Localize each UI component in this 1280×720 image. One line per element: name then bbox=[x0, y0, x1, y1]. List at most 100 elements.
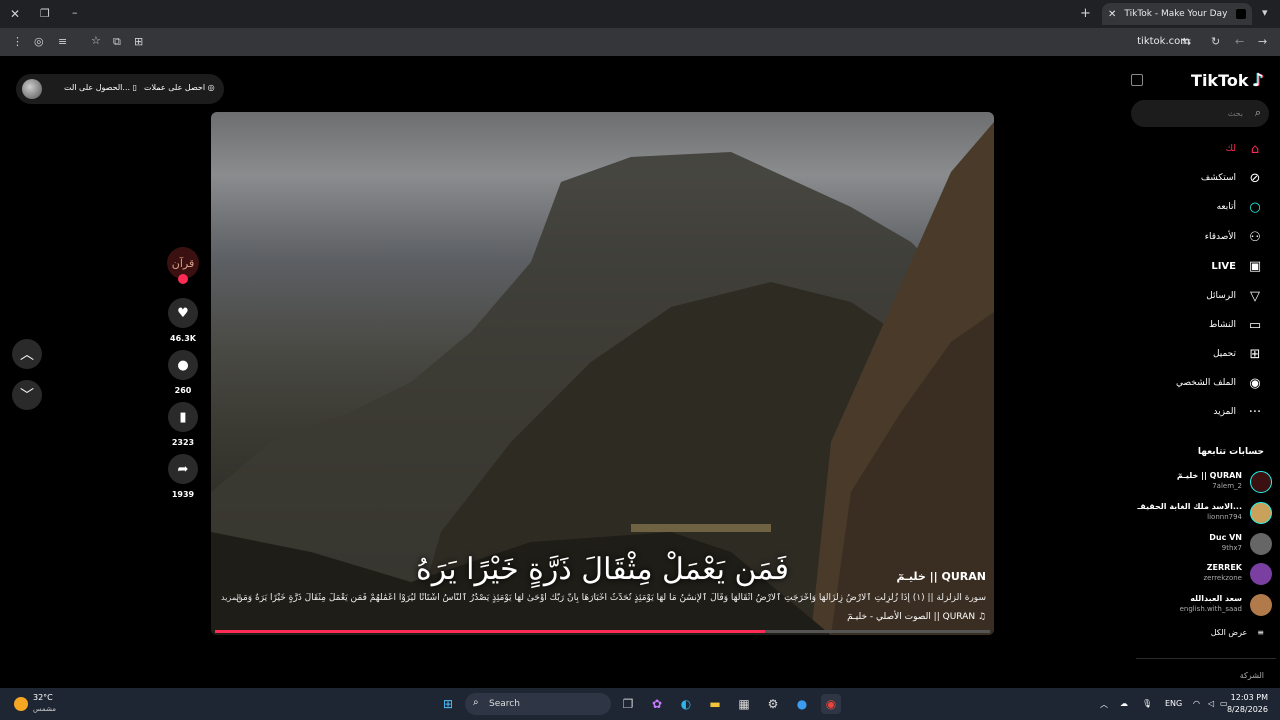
back-icon[interactable]: → bbox=[1258, 35, 1267, 48]
sidebar-item-more[interactable]: المزيد ··· bbox=[1134, 400, 1264, 424]
account-name: الاسد ملك الغابة الحقيقـ... bbox=[1137, 502, 1242, 511]
account-handle: 9thx7 bbox=[1221, 544, 1242, 552]
see-all-button[interactable]: عرض الكل ≡ bbox=[1211, 628, 1264, 637]
weather-temp[interactable]: 32°C bbox=[33, 693, 53, 702]
next-video-button[interactable]: ﹀ bbox=[12, 380, 42, 410]
video-player[interactable]: فَمَن يَعْمَلْ مِثْقَالَ ذَرَّةٍ خَيْرًا… bbox=[211, 112, 994, 635]
sidebar-item-live[interactable]: LIVE ▣ bbox=[1134, 254, 1264, 278]
sidebar-item-following[interactable]: أتابعه ○ bbox=[1134, 195, 1264, 219]
company-link[interactable]: الشركة bbox=[1240, 671, 1264, 680]
followed-account[interactable]: سعد العبدالله english.with_saad bbox=[1122, 592, 1272, 618]
url-text[interactable]: tiktok.com bbox=[1137, 36, 1190, 47]
task-view-icon[interactable]: ❐ bbox=[618, 694, 638, 714]
sidebar-item-label: المزيد bbox=[1213, 407, 1236, 417]
microphone-icon[interactable]: 🎙 bbox=[1142, 699, 1152, 708]
sidebar-item-label: تحميل bbox=[1212, 349, 1236, 359]
share-button[interactable]: ➦ bbox=[168, 454, 198, 484]
tiktok-favicon-icon bbox=[1236, 9, 1246, 19]
followed-account[interactable]: ZERREK zerrekzone bbox=[1122, 561, 1272, 587]
app-icon[interactable]: ● bbox=[792, 694, 812, 714]
profile-icon[interactable]: ◎ bbox=[34, 35, 44, 48]
new-tab-icon[interactable]: + bbox=[1080, 6, 1091, 21]
followed-account[interactable]: الاسد ملك الغابة الحقيقـ... lionnn794 bbox=[1122, 500, 1272, 526]
previous-video-button[interactable]: ︿ bbox=[12, 339, 42, 369]
search-icon[interactable]: ⌕ bbox=[1255, 106, 1261, 120]
activity-icon: ▭ bbox=[1248, 317, 1262, 333]
more-button[interactable]: المزيد bbox=[221, 593, 241, 602]
tiktok-logo[interactable]: TikTok ♪ bbox=[1191, 70, 1264, 91]
user-avatar[interactable] bbox=[22, 79, 42, 99]
save-button[interactable]: ▮ bbox=[168, 402, 198, 432]
follow-creator-badge[interactable] bbox=[178, 274, 188, 284]
minimize-window-icon[interactable]: – bbox=[72, 6, 78, 19]
followed-account[interactable]: خليـمٓ || QURAN 7alem_2 bbox=[1122, 469, 1272, 495]
tray-chevron-icon[interactable]: ︿ bbox=[1100, 699, 1108, 710]
restore-window-icon[interactable]: ❐ bbox=[40, 7, 50, 20]
copilot-icon[interactable]: ✿ bbox=[647, 694, 667, 714]
logo-text: TikTok bbox=[1191, 71, 1249, 90]
taskbar-search[interactable]: ⌕ Search bbox=[465, 693, 611, 715]
taskbar-clock[interactable]: 12:03 PM 8/28/2026 bbox=[1227, 692, 1268, 716]
see-all-label: عرض الكل bbox=[1210, 628, 1248, 637]
menu-dots-icon[interactable]: ⋮ bbox=[12, 35, 23, 48]
avatar bbox=[1250, 594, 1272, 616]
sidebar-item-explore[interactable]: استكشف ⊘ bbox=[1134, 166, 1264, 190]
live-icon: ▣ bbox=[1248, 258, 1262, 274]
sidebar-item-profile[interactable]: الملف الشخصي ◉ bbox=[1134, 371, 1264, 395]
compass-icon: ⊘ bbox=[1249, 170, 1261, 186]
wifi-icon[interactable]: ◠ bbox=[1193, 699, 1200, 708]
store-icon[interactable]: ▦ bbox=[734, 694, 754, 714]
sun-icon[interactable] bbox=[14, 697, 28, 711]
edge-icon[interactable]: ◐ bbox=[676, 694, 696, 714]
video-progress-bar[interactable] bbox=[215, 630, 990, 633]
video-author[interactable]: خليـمٓ || QURAN bbox=[897, 570, 986, 583]
tiktok-note-icon: ♪ bbox=[1252, 70, 1265, 91]
video-music[interactable]: ♫ QURAN || الصوت الأصلي - خليـمٓ bbox=[847, 612, 986, 622]
comments-count: 260 bbox=[174, 386, 192, 395]
like-button[interactable]: ♥ bbox=[168, 298, 198, 328]
profile-icon: ◉ bbox=[1249, 375, 1261, 391]
sidebar-item-upload[interactable]: تحميل ⊞ bbox=[1134, 342, 1264, 366]
bookmark-star-icon[interactable]: ☆ bbox=[91, 34, 101, 47]
volume-icon[interactable]: ◁ bbox=[1208, 699, 1214, 708]
verse-caption: فَمَن يَعْمَلْ مِثْقَالَ ذَرَّةٍ خَيْرًا… bbox=[416, 552, 789, 587]
language-indicator[interactable]: ENG bbox=[1165, 699, 1182, 708]
sidebar-toggle-icon[interactable] bbox=[1131, 74, 1143, 86]
get-coins-button[interactable]: احصل على عملات ◎ bbox=[144, 83, 215, 92]
sidebar-item-for-you[interactable]: لك ⌂ bbox=[1134, 137, 1264, 161]
search-input[interactable] bbox=[1139, 105, 1243, 122]
settings-icon[interactable]: ⚙ bbox=[763, 694, 783, 714]
upload-icon: ⊞ bbox=[1249, 346, 1261, 362]
start-icon[interactable]: ⊞ bbox=[438, 694, 458, 714]
sidebar-item-activity[interactable]: النشاط ▭ bbox=[1134, 313, 1264, 337]
creator-avatar-text: قرآن bbox=[171, 256, 195, 270]
avatar bbox=[1250, 563, 1272, 585]
search-box[interactable]: ⌕ bbox=[1131, 100, 1269, 127]
close-window-icon[interactable]: ✕ bbox=[10, 7, 20, 21]
sidebar-item-messages[interactable]: الرسائل ▽ bbox=[1134, 284, 1264, 308]
network-app-icon[interactable]: ☁ bbox=[1120, 699, 1128, 708]
search-icon: ⌕ bbox=[473, 697, 479, 708]
tab-search-icon[interactable]: ▾ bbox=[1262, 6, 1268, 19]
browser-tab-bar: ✕ ❐ – + ✕ TikTok - Make Your Day ▾ bbox=[0, 0, 1280, 28]
followed-account[interactable]: Duc VN 9thx7 bbox=[1122, 531, 1272, 557]
browser-address-bar: ⋮ ◎ ≡ ☆ ⧉ ⊞ ⇆ ↻ ← → bbox=[0, 28, 1280, 56]
heart-icon: ♥ bbox=[177, 305, 189, 321]
saves-count: 2323 bbox=[171, 438, 195, 447]
taskbar-search-label: Search bbox=[489, 699, 520, 709]
comment-button[interactable]: ● bbox=[168, 350, 198, 380]
reload-icon[interactable]: ↻ bbox=[1211, 35, 1220, 48]
sidebar-item-friends[interactable]: الأصدقاء ⚇ bbox=[1134, 225, 1264, 249]
forward-icon[interactable]: ← bbox=[1235, 35, 1244, 48]
file-explorer-icon[interactable]: ▬ bbox=[705, 694, 725, 714]
clock-time: 12:03 PM bbox=[1230, 693, 1268, 702]
get-app-button[interactable]: الحصول على الت... ▯ bbox=[64, 83, 137, 92]
chrome-icon[interactable]: ◉ bbox=[821, 694, 841, 714]
close-tab-icon[interactable]: ✕ bbox=[1108, 9, 1116, 20]
phone-icon: ▯ bbox=[132, 83, 137, 92]
install-app-icon[interactable]: ⧉ bbox=[113, 35, 121, 49]
extensions-icon[interactable]: ⊞ bbox=[134, 35, 143, 48]
windows-taskbar bbox=[0, 688, 1280, 720]
reading-list-icon[interactable]: ≡ bbox=[58, 35, 67, 48]
browser-tab[interactable]: ✕ TikTok - Make Your Day bbox=[1102, 3, 1252, 25]
